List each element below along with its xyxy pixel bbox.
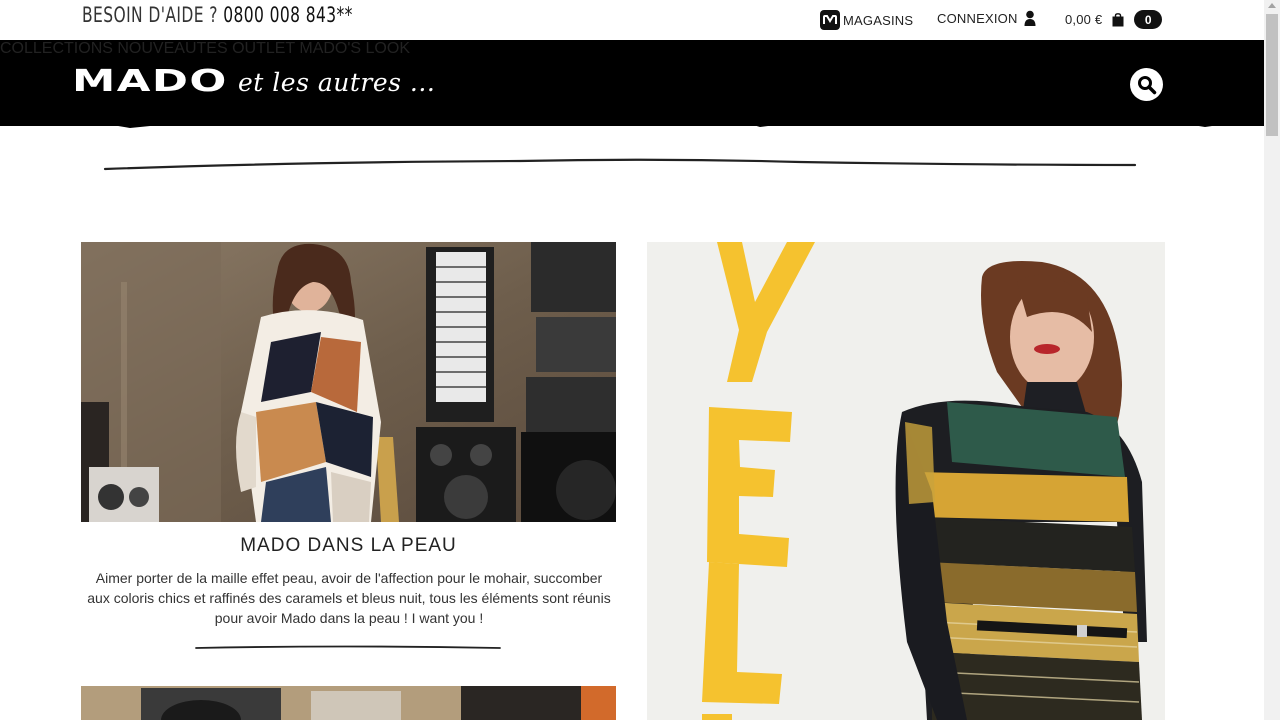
user-icon (1024, 10, 1036, 26)
next-article-image[interactable] (81, 686, 616, 720)
help-phone[interactable]: 0800 008 843** (223, 3, 353, 27)
featured-look-image[interactable] (647, 242, 1165, 720)
cart-link[interactable]: 0,00 € 0 (1065, 10, 1163, 29)
divider-brush-line (103, 158, 1137, 171)
scroll-up-arrow-icon[interactable] (1268, 3, 1276, 8)
main-header: MADO et les autres ... COLLECTIONS NOUVE… (0, 40, 1264, 126)
login-link[interactable]: CONNEXION (937, 10, 1036, 26)
nav-mados-look[interactable]: MADO'S LOOK (299, 40, 410, 57)
nav-nouveautes[interactable]: NOUVEAUTES (117, 40, 227, 57)
stores-label: MAGASINS (843, 12, 914, 28)
help-label: BESOIN D'AIDE ? (82, 3, 218, 27)
nav-collections[interactable]: COLLECTIONS (0, 40, 113, 57)
shopping-bag-icon (1112, 12, 1124, 26)
help-hotline[interactable]: BESOIN D'AIDE ? 0800 008 843** (82, 3, 353, 27)
cart-count-badge: 0 (1134, 10, 1163, 29)
main-nav: COLLECTIONS NOUVEAUTES OUTLET MADO'S LOO… (0, 40, 1264, 58)
search-icon (1137, 75, 1156, 94)
article-divider-line (195, 645, 501, 649)
article-description: Aimer porter de la maille effet peau, av… (87, 570, 611, 626)
stores-link[interactable]: MAGASINS (820, 10, 913, 30)
header-brush-edge (0, 118, 1264, 128)
cart-total: 0,00 € (1065, 12, 1103, 27)
search-button[interactable] (1130, 68, 1163, 101)
nav-outlet[interactable]: OUTLET (232, 40, 295, 57)
login-label: CONNEXION (937, 10, 1018, 26)
store-m-icon (820, 10, 840, 30)
top-utility-bar: BESOIN D'AIDE ? 0800 008 843** MAGASINS … (0, 0, 1264, 40)
article-image[interactable] (81, 242, 616, 522)
logo-main: MADO (72, 64, 228, 99)
site-logo[interactable]: MADO et les autres ... (72, 64, 435, 99)
article-title[interactable]: MADO DANS LA PEAU (81, 535, 616, 557)
scrollbar-thumb[interactable] (1266, 14, 1278, 136)
